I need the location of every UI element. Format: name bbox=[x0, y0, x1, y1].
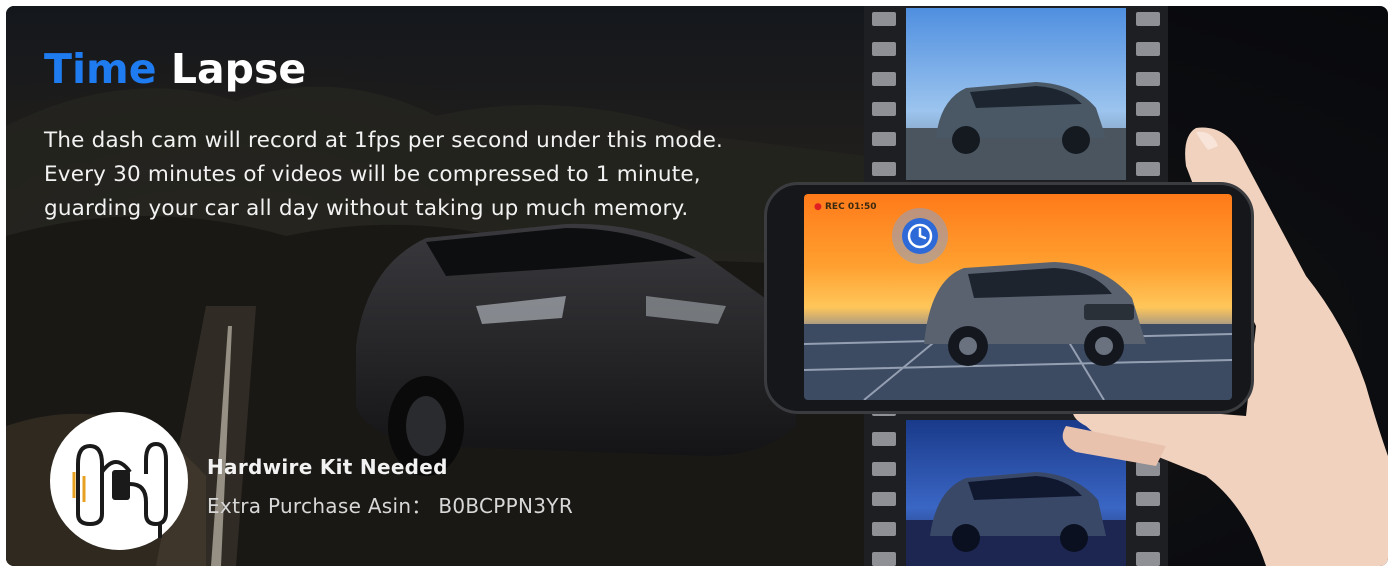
kit-title: Hardwire Kit Needed bbox=[207, 455, 448, 479]
hardwire-kit-icon bbox=[72, 441, 168, 538]
page-title: Time Lapse bbox=[44, 45, 307, 93]
sunset-recording-view bbox=[804, 194, 1232, 400]
title-word-lapse: Lapse bbox=[170, 45, 307, 93]
kit-asin: Extra Purchase Asin： B0BCPPN3YR bbox=[207, 494, 574, 518]
phone-screen: ● REC 01:50 bbox=[804, 194, 1232, 400]
clock-icon bbox=[892, 208, 948, 264]
time-lapse-banner: Time Lapse The dash cam will record at 1… bbox=[6, 6, 1388, 566]
feature-description: The dash cam will record at 1fps per sec… bbox=[44, 128, 724, 221]
rec-label: REC 01:50 bbox=[825, 202, 877, 212]
hardwire-kit-badge bbox=[50, 412, 188, 550]
title-word-time: Time bbox=[44, 45, 157, 93]
rec-indicator: ● REC 01:50 bbox=[814, 202, 876, 212]
rec-dot-icon: ● bbox=[814, 202, 822, 212]
